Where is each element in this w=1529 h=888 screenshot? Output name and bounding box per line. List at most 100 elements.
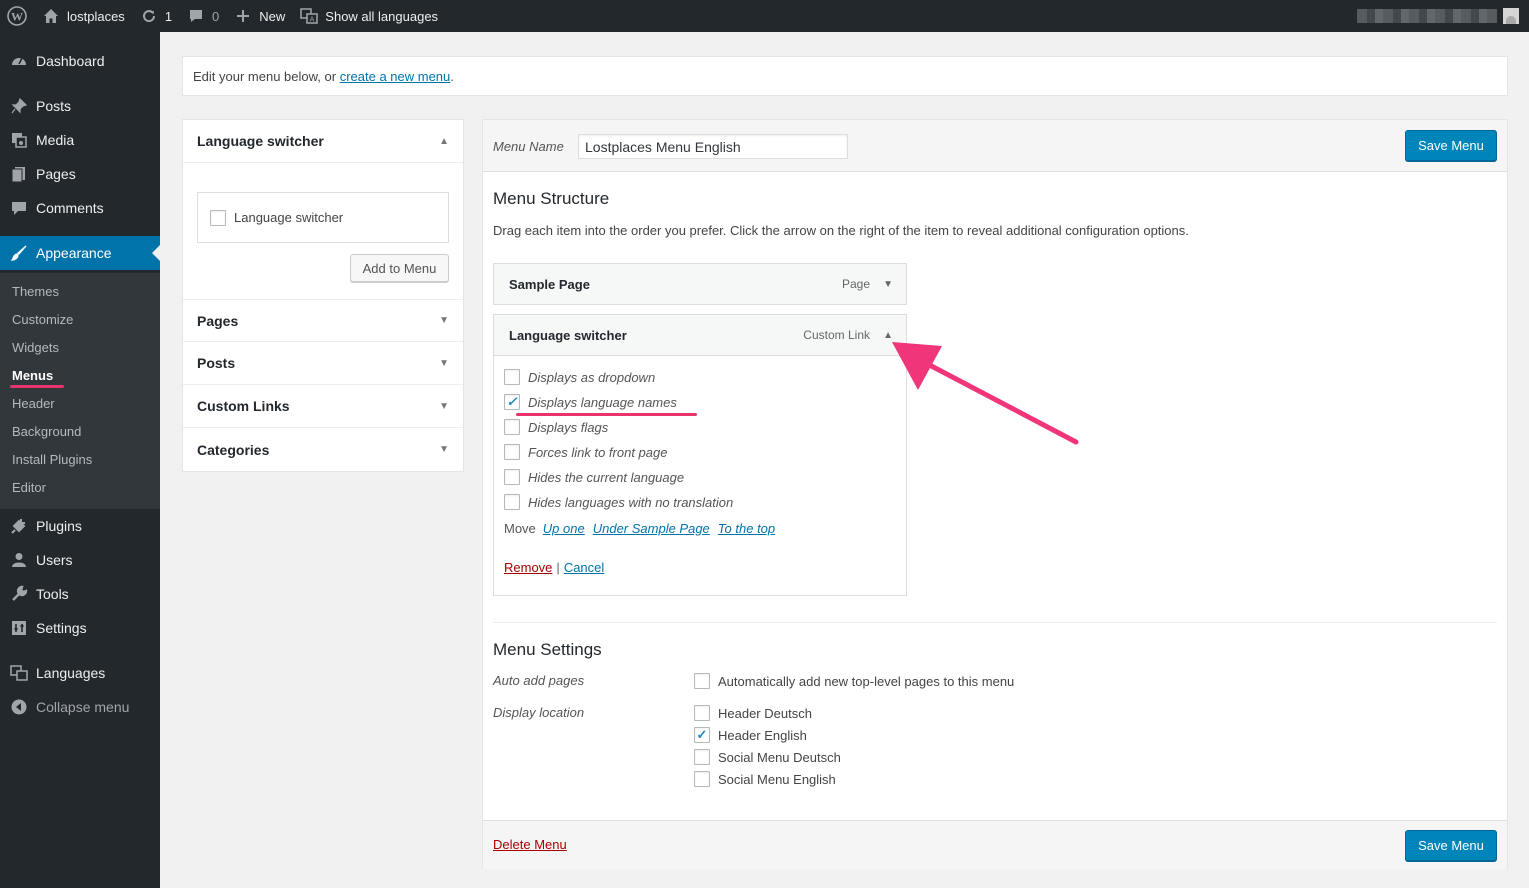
divider	[493, 622, 1497, 623]
option-forces-link-to-front-page[interactable]: Forces link to front page	[504, 444, 667, 460]
checkbox[interactable]	[694, 749, 710, 765]
admin-bar: W lostplaces 1 0 New A Show all language…	[0, 0, 1529, 32]
posts-section-header[interactable]: Posts ▼	[183, 342, 463, 385]
show-all-languages-link[interactable]: A Show all languages	[292, 0, 445, 32]
submenu-background[interactable]: Background	[12, 424, 81, 439]
updates-link[interactable]: 1	[132, 0, 179, 32]
save-menu-button-bottom[interactable]: Save Menu	[1405, 830, 1497, 861]
checkbox[interactable]	[504, 494, 520, 510]
settings-icon	[10, 619, 28, 637]
language-switcher-section-header[interactable]: Language switcher ▲	[183, 120, 463, 163]
plugin-icon	[10, 517, 28, 535]
checkbox[interactable]	[504, 444, 520, 460]
option-displays-flags[interactable]: Displays flags	[504, 419, 608, 435]
collapse-menu-button[interactable]: Collapse menu	[0, 690, 160, 724]
auto-add-pages-option[interactable]: Automatically add new top-level pages to…	[694, 673, 1014, 689]
sidebar-item-pages[interactable]: Pages	[0, 157, 160, 191]
pages-section-header[interactable]: Pages ▼	[183, 299, 463, 342]
checkbox[interactable]	[504, 469, 520, 485]
sidebar-item-dashboard[interactable]: Dashboard	[0, 44, 160, 78]
submenu-editor[interactable]: Editor	[12, 480, 46, 495]
option-hides-languages-no-translation[interactable]: Hides languages with no translation	[504, 494, 733, 510]
menu-structure-description: Drag each item into the order you prefer…	[493, 223, 1189, 238]
svg-text:W: W	[11, 10, 23, 24]
move-under-sample-page-link[interactable]: Under Sample Page	[593, 521, 710, 536]
annotation-arrow-icon	[892, 342, 1079, 445]
option-hides-current-language[interactable]: Hides the current language	[504, 469, 684, 485]
my-account[interactable]	[1357, 0, 1519, 32]
checkmark-icon[interactable]: ✓	[504, 394, 520, 410]
sidebar-item-plugins[interactable]: Plugins	[0, 509, 160, 543]
custom-links-section-header[interactable]: Custom Links ▼	[183, 385, 463, 428]
refresh-icon	[139, 6, 159, 26]
option-displays-as-dropdown[interactable]: Displays as dropdown	[504, 369, 655, 385]
checkbox[interactable]	[694, 673, 710, 689]
comments-link[interactable]: 0	[179, 0, 226, 32]
categories-section-header[interactable]: Categories ▼	[183, 428, 463, 471]
triangle-down-icon[interactable]: ▼	[883, 279, 893, 290]
sidebar-item-languages[interactable]: Languages	[0, 656, 160, 690]
delete-menu-link[interactable]: Delete Menu	[493, 837, 567, 852]
sidebar-item-media[interactable]: Media	[0, 123, 160, 157]
highlight-underline	[516, 413, 697, 416]
menu-item-language-switcher[interactable]: Language switcher Custom Link ▲	[493, 314, 907, 356]
language-switcher-settings: Displays as dropdown ✓ Displays language…	[493, 356, 907, 596]
pin-icon	[10, 97, 28, 115]
menu-settings-title: Menu Settings	[493, 640, 602, 659]
dashboard-icon	[10, 52, 28, 70]
option-displays-language-names[interactable]: ✓ Displays language names	[504, 394, 677, 410]
save-menu-button-top[interactable]: Save Menu	[1405, 130, 1497, 161]
submenu-menus[interactable]: Menus	[12, 368, 53, 383]
move-links-row: Move Up one Under Sample Page To the top	[504, 521, 776, 536]
sidebar-item-tools[interactable]: Tools	[0, 577, 160, 611]
cancel-link[interactable]: Cancel	[564, 560, 604, 575]
remove-item-link[interactable]: Remove	[504, 560, 552, 575]
location-social-menu-deutsch[interactable]: Social Menu Deutsch	[694, 749, 841, 765]
submenu-header[interactable]: Header	[12, 396, 55, 411]
move-up-one-link[interactable]: Up one	[543, 521, 585, 536]
submenu-themes[interactable]: Themes	[12, 284, 59, 299]
submenu-install-plugins[interactable]: Install Plugins	[12, 452, 92, 467]
triangle-down-icon: ▼	[439, 444, 449, 455]
checkbox[interactable]	[694, 705, 710, 721]
location-social-menu-english[interactable]: Social Menu English	[694, 771, 836, 787]
create-new-menu-link[interactable]: create a new menu	[340, 69, 451, 84]
move-to-top-link[interactable]: To the top	[718, 521, 775, 536]
wordpress-logo-icon[interactable]: W	[0, 0, 34, 32]
menu-footer: Delete Menu Save Menu	[483, 820, 1507, 869]
checkbox[interactable]	[694, 771, 710, 787]
item-actions: Remove | Cancel	[504, 560, 605, 575]
edit-menu-notice: Edit your menu below, or create a new me…	[182, 56, 1508, 96]
new-content-link[interactable]: New	[226, 0, 292, 32]
comment-bubble-icon	[186, 6, 206, 26]
display-location-label: Display location	[493, 705, 585, 720]
location-header-english[interactable]: ✓ Header English	[694, 727, 807, 743]
sidebar-item-users[interactable]: Users	[0, 543, 160, 577]
site-name-link[interactable]: lostplaces	[34, 0, 132, 32]
submenu-customize[interactable]: Customize	[12, 312, 73, 327]
sidebar-item-comments[interactable]: Comments	[0, 191, 160, 225]
triangle-up-icon: ▲	[439, 135, 449, 147]
checkmark-icon[interactable]: ✓	[694, 727, 710, 743]
checkbox[interactable]	[504, 419, 520, 435]
menu-name-input[interactable]	[578, 134, 848, 159]
checkbox[interactable]	[504, 369, 520, 385]
avatar[interactable]	[1503, 8, 1519, 24]
location-header-deutsch[interactable]: Header Deutsch	[694, 705, 812, 721]
sidebar-item-settings[interactable]: Settings	[0, 611, 160, 645]
add-menu-items-panel: Language switcher ▲ Language switcher Ad…	[182, 119, 464, 472]
language-switcher-checkbox[interactable]	[210, 209, 226, 226]
submenu-widgets[interactable]: Widgets	[12, 340, 59, 355]
sidebar-item-appearance[interactable]: Appearance	[0, 236, 160, 270]
menu-header: Menu Name Save Menu	[483, 120, 1507, 172]
menu-name-label: Menu Name	[493, 139, 564, 154]
language-switcher-checklist: Language switcher	[197, 192, 449, 243]
menu-structure-title: Menu Structure	[493, 189, 610, 208]
menu-item-sample-page[interactable]: Sample Page Page ▼	[493, 263, 907, 305]
sidebar-item-posts[interactable]: Posts	[0, 89, 160, 123]
translate-icon	[10, 664, 28, 682]
translate-icon: A	[299, 6, 319, 26]
collapse-icon	[10, 698, 28, 716]
comment-icon	[10, 199, 28, 217]
add-to-menu-button[interactable]: Add to Menu	[350, 254, 449, 282]
